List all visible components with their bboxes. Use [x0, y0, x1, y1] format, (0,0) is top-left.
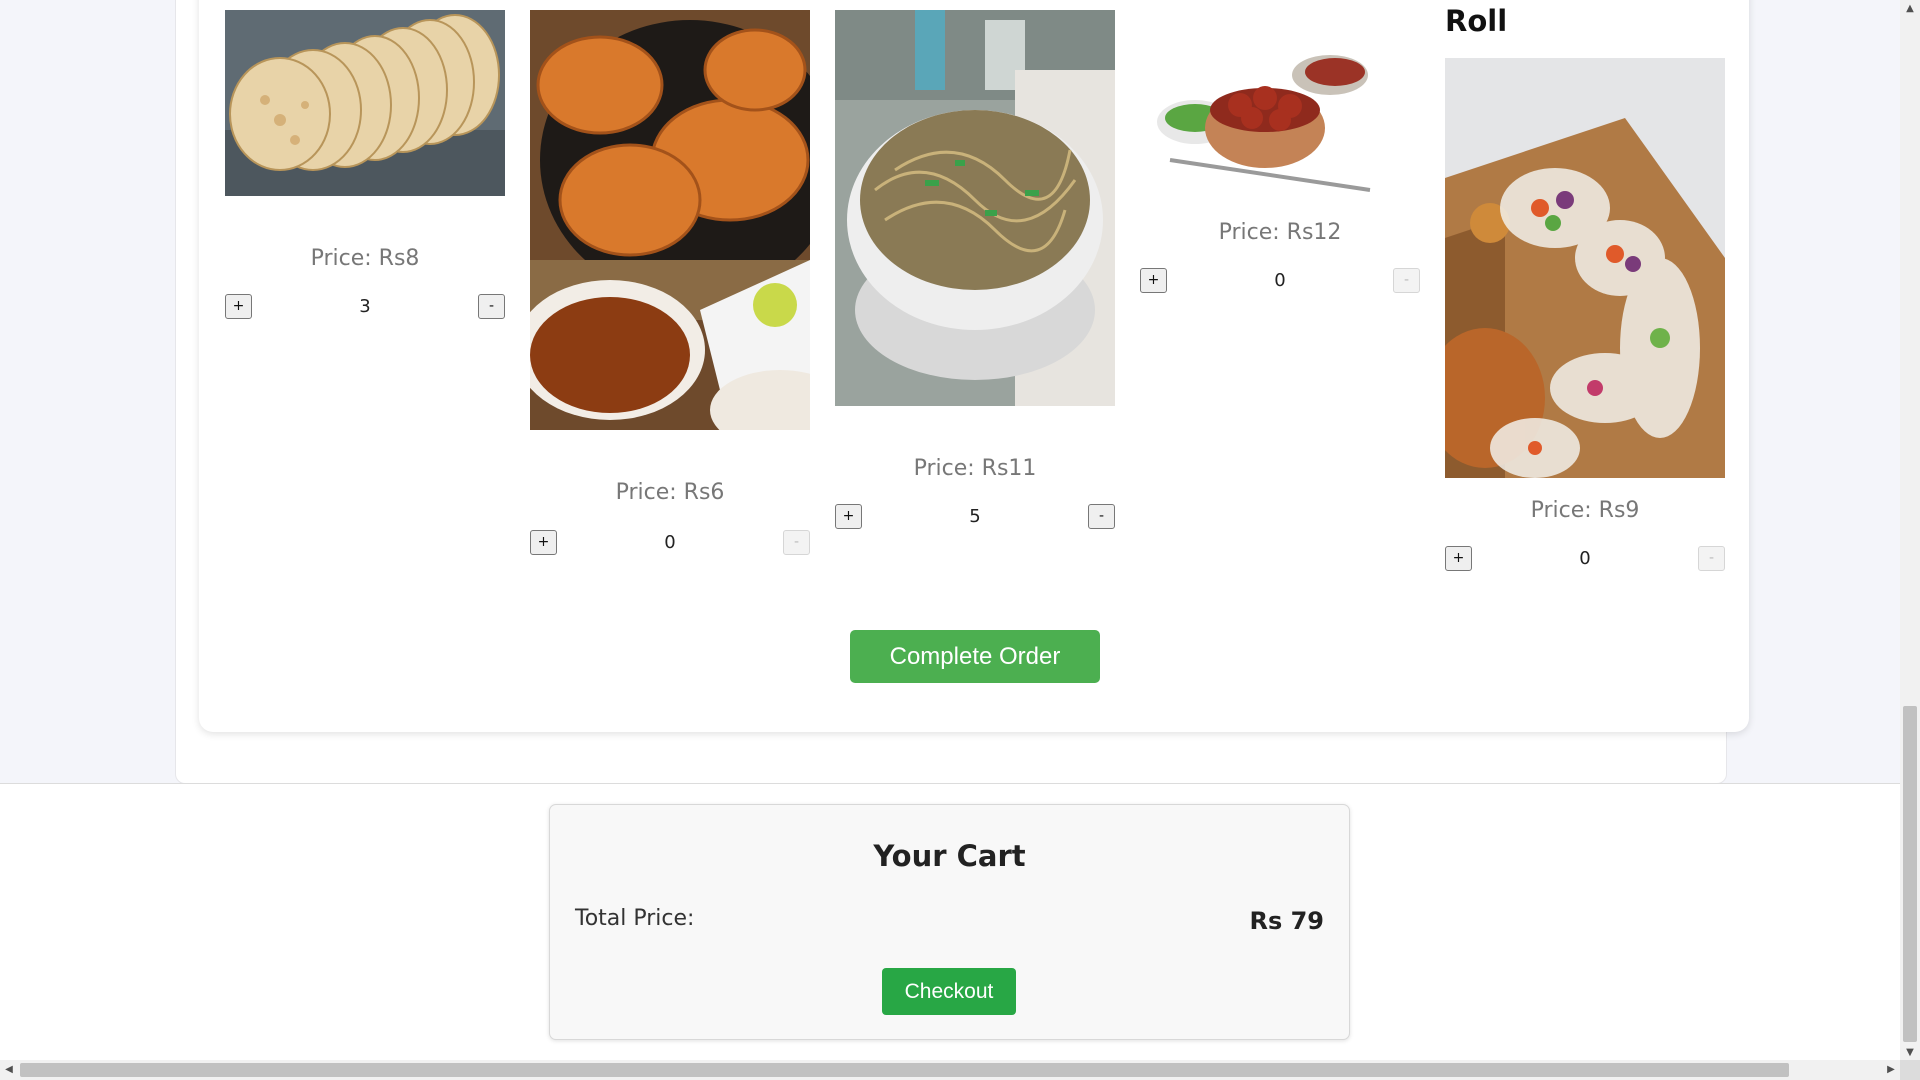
decrease-button[interactable]: -: [1088, 504, 1115, 529]
scroll-up-arrow-icon[interactable]: ▲: [1900, 0, 1920, 18]
quantity-value: 0: [1274, 270, 1286, 291]
horizontal-scroll-thumb[interactable]: [20, 1063, 1789, 1077]
horizontal-scrollbar[interactable]: ◀ ▶: [0, 1060, 1900, 1080]
scroll-right-arrow-icon[interactable]: ▶: [1882, 1060, 1900, 1080]
menu-card: Price: Rs8 + 3 - Price: Rs6 + 0 - Price:…: [199, 0, 1749, 732]
complete-order-button[interactable]: Complete Order: [850, 630, 1100, 683]
decrease-button[interactable]: -: [1393, 268, 1420, 293]
item-price: Price: Rs8: [310, 246, 420, 271]
quantity-stepper: + 5 -: [835, 504, 1115, 532]
total-price-label: Total Price:: [575, 906, 695, 931]
scrollbar-corner: [1900, 1060, 1920, 1080]
decrease-button[interactable]: -: [783, 530, 810, 555]
quantity-value: 5: [969, 506, 981, 527]
total-price-value: Rs 79: [1249, 907, 1324, 935]
decrease-button[interactable]: -: [1698, 546, 1725, 571]
vertical-scroll-thumb[interactable]: [1903, 706, 1917, 1042]
item-price: Price: Rs11: [913, 456, 1037, 481]
decrease-button[interactable]: -: [478, 294, 505, 319]
quantity-stepper: + 3 -: [225, 294, 505, 322]
page: Price: Rs8 + 3 - Price: Rs6 + 0 - Price:…: [0, 0, 1920, 1080]
item-price: Price: Rs12: [1218, 220, 1342, 245]
checkout-button[interactable]: Checkout: [882, 968, 1016, 1015]
manchurian-photo: [1140, 10, 1420, 200]
quantity-value: 0: [1579, 548, 1591, 569]
cutlet-photo: [530, 10, 810, 430]
scroll-left-arrow-icon[interactable]: ◀: [0, 1060, 18, 1080]
quantity-value: 3: [359, 296, 371, 317]
item-price: Price: Rs9: [1530, 498, 1640, 523]
quantity-stepper: + 0 -: [1140, 268, 1420, 296]
item-name: Roll: [1445, 4, 1508, 38]
cart-panel: Your Cart Total Price: Rs 79 Checkout: [549, 804, 1350, 1040]
vertical-scrollbar[interactable]: ▲ ▼: [1900, 0, 1920, 1062]
item-price: Price: Rs6: [615, 480, 725, 505]
paratha-photo: [225, 10, 505, 196]
quantity-stepper: + 0 -: [1445, 546, 1725, 574]
quantity-value: 0: [664, 532, 676, 553]
cart-title: Your Cart: [873, 839, 1026, 873]
noodles-photo: [835, 10, 1115, 406]
spring-roll-photo: [1445, 58, 1725, 478]
quantity-stepper: + 0 -: [530, 530, 810, 558]
